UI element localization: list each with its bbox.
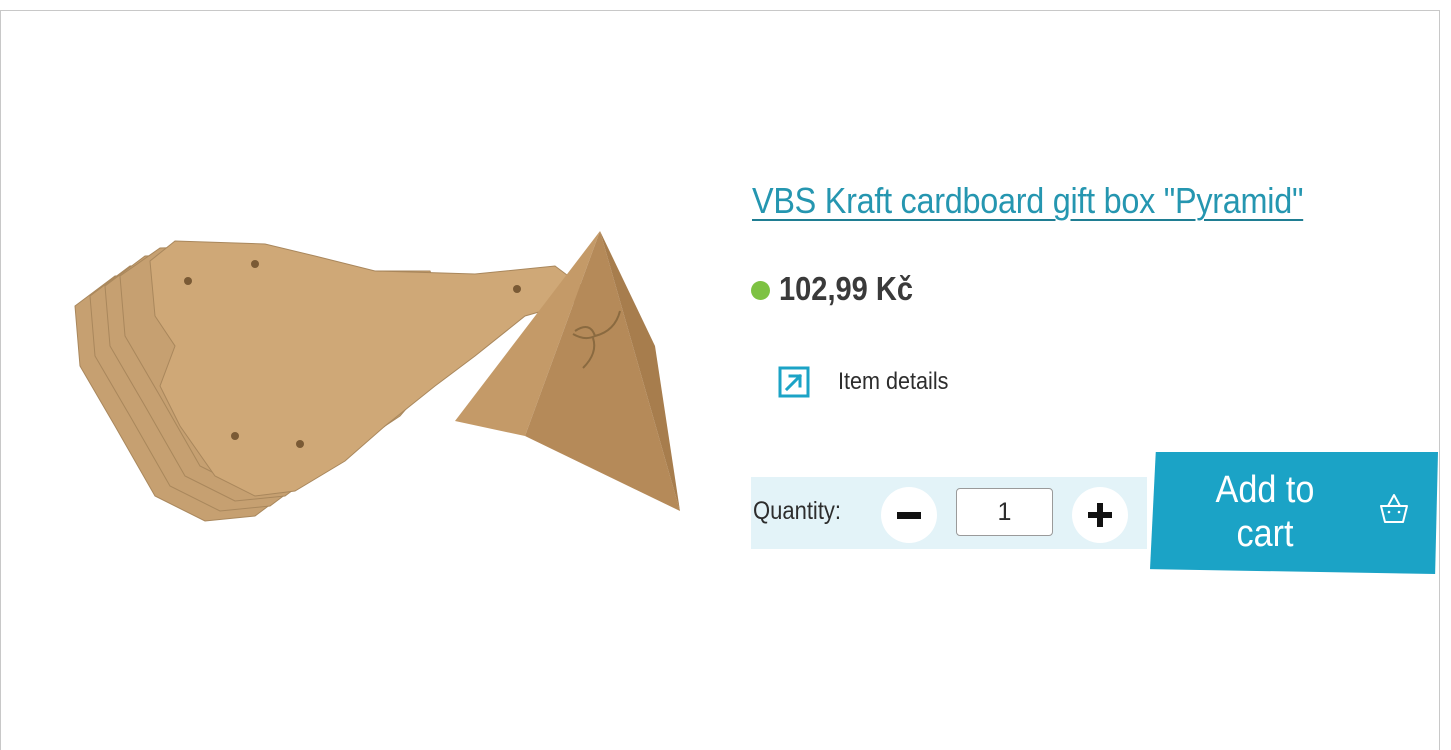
product-price: 102,99 Kč [779, 270, 914, 307]
product-title[interactable]: VBS Kraft cardboard gift box "Pyramid" [752, 180, 1303, 222]
price-row: 102,99 Kč [751, 270, 931, 308]
item-details-label: Item details [838, 368, 949, 395]
item-details-link[interactable]: Item details [778, 366, 961, 398]
add-to-cart-button[interactable]: Add to cart [1150, 452, 1438, 574]
minus-icon [897, 512, 921, 519]
plus-icon [1088, 503, 1112, 527]
in-stock-indicator [751, 281, 770, 300]
product-image[interactable] [55, 226, 690, 531]
quantity-label: Quantity: [753, 497, 842, 525]
quantity-input[interactable] [956, 488, 1053, 536]
increase-quantity-button[interactable] [1072, 487, 1128, 543]
add-to-cart-label: Add to cart [1215, 469, 1315, 555]
basket-icon [1380, 494, 1408, 523]
quantity-panel: Quantity: [751, 477, 1147, 549]
decrease-quantity-button[interactable] [881, 487, 937, 543]
external-arrow-icon [778, 366, 810, 398]
